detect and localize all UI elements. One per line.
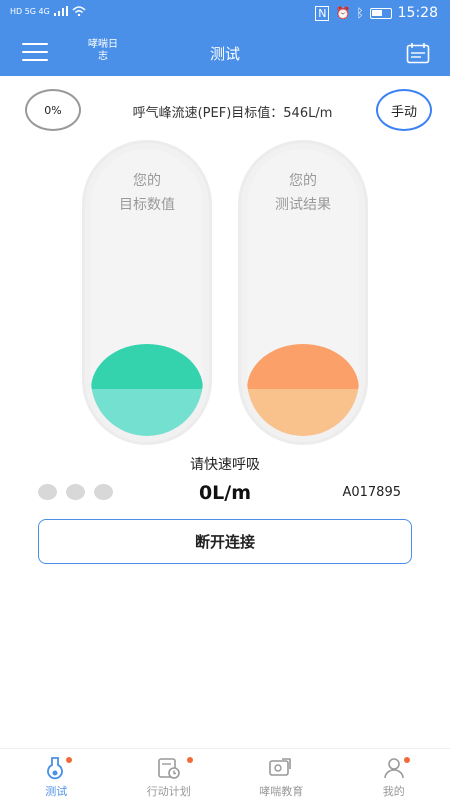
target-tube: 您的 目标数值 [82,140,212,445]
calendar-icon[interactable] [406,42,430,64]
tab-test[interactable]: 测试 [0,749,113,800]
target-liquid-bottom [91,389,203,436]
breath-hint: 请快速呼吸 [190,457,260,473]
progress-dot [94,484,113,500]
signal-icon [53,6,68,16]
percent-indicator: 0% [25,89,81,131]
target-tube-label: 您的 目标数值 [91,169,203,217]
tab-plan[interactable]: 行动计划 [113,749,226,800]
progress-dots [38,484,113,500]
status-right: N ⏰ ᛒ 15:28 [315,5,438,21]
progress-dot [66,484,85,500]
result-tube: 您的 测试结果 [238,140,368,445]
network-indicators: HD 5G 4G [10,6,86,16]
target-liquid [91,344,203,436]
bluetooth-icon: ᛒ [356,6,364,20]
tab-education-label: 哮喘教育 [259,785,304,798]
tab-test-label: 测试 [45,785,68,798]
flow-value: 0L/m [198,482,252,504]
result-label-line1: 您的 [289,173,317,189]
alarm-icon: ⏰ [335,6,351,20]
tab-profile-label: 我的 [382,785,405,798]
tab-profile[interactable]: 我的 [338,749,450,800]
status-bar: HD 5G 4G N ⏰ ᛒ 15:28 [0,0,450,30]
result-tube-label: 您的 测试结果 [247,169,359,217]
result-liquid [247,344,359,436]
plan-icon [157,758,180,779]
clock: 15:28 [397,5,438,21]
wifi-icon [72,6,86,16]
manual-button[interactable]: 手动 [376,89,432,131]
tab-education[interactable]: 哮喘教育 [225,749,338,800]
network-label: HD 5G 4G [10,6,50,16]
education-icon [269,758,292,776]
tab-profile-badge [403,757,410,763]
result-liquid-bottom [247,389,359,436]
progress-dot [38,484,57,500]
disconnect-button[interactable]: 断开连接 [38,519,412,564]
tab-plan-label: 行动计划 [146,785,191,798]
pef-target-label: 呼气峰流速(PEF)目标值：546L/m [132,106,333,121]
target-tube-inner: 您的 目标数值 [91,149,203,436]
device-id: A017895 [342,485,401,500]
target-label-line2: 目标数值 [119,197,175,213]
tab-test-badge [66,757,73,763]
battery-icon [369,7,392,19]
app-bar: 哮喘日志 测试 [0,30,450,76]
target-label-line1: 您的 [133,173,161,189]
result-label-line2: 测试结果 [275,197,331,213]
bottom-tab-bar: 测试 行动计划 哮喘教育 我的 [0,748,450,800]
result-tube-inner: 您的 测试结果 [247,149,359,436]
page-title: 测试 [209,45,240,63]
nfc-icon: N [315,5,330,21]
profile-icon [383,758,404,779]
tab-plan-badge [186,757,193,763]
